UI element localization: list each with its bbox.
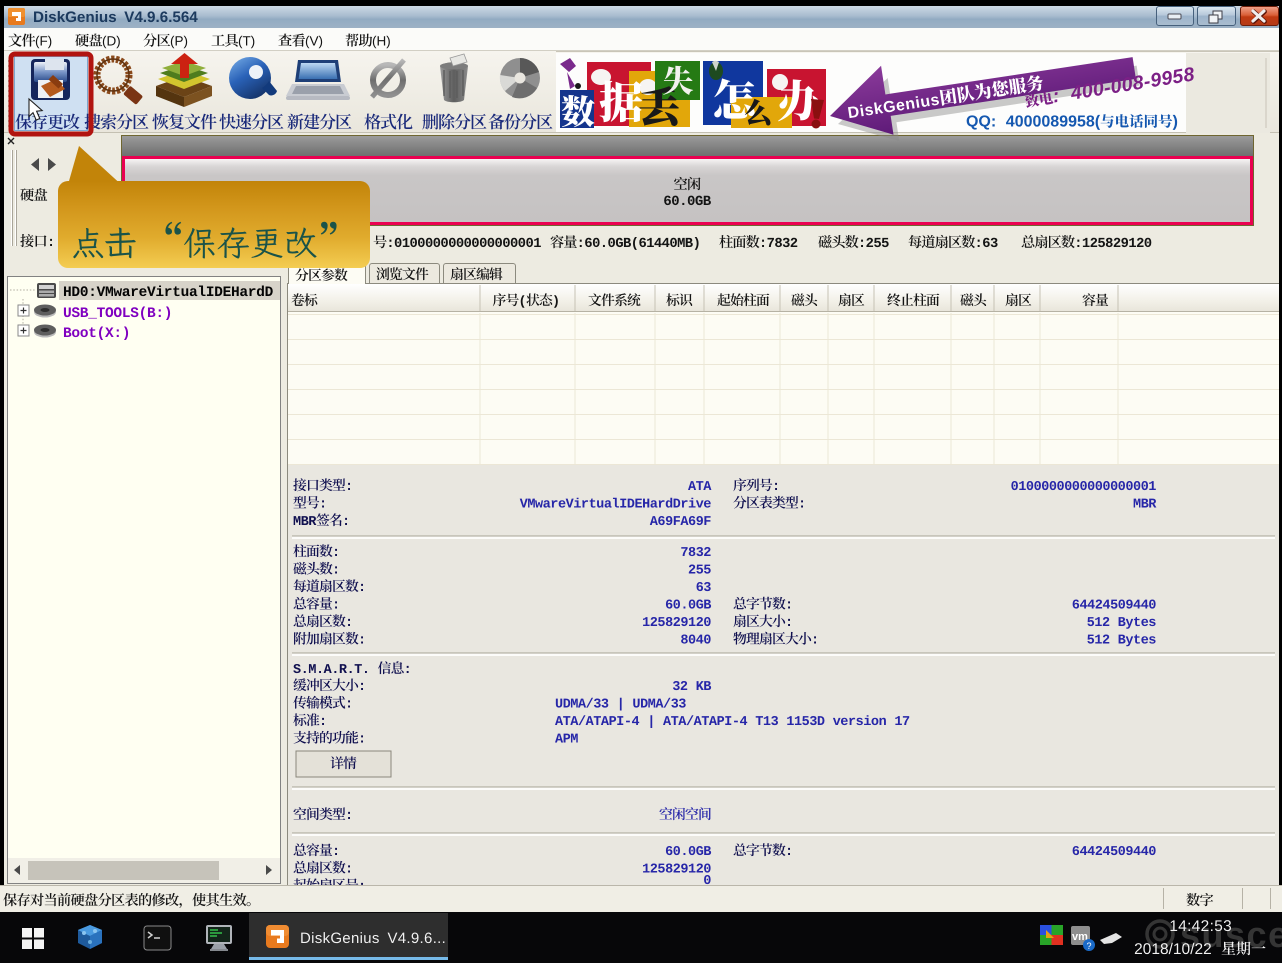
svg-text:?: ? <box>1086 941 1091 951</box>
